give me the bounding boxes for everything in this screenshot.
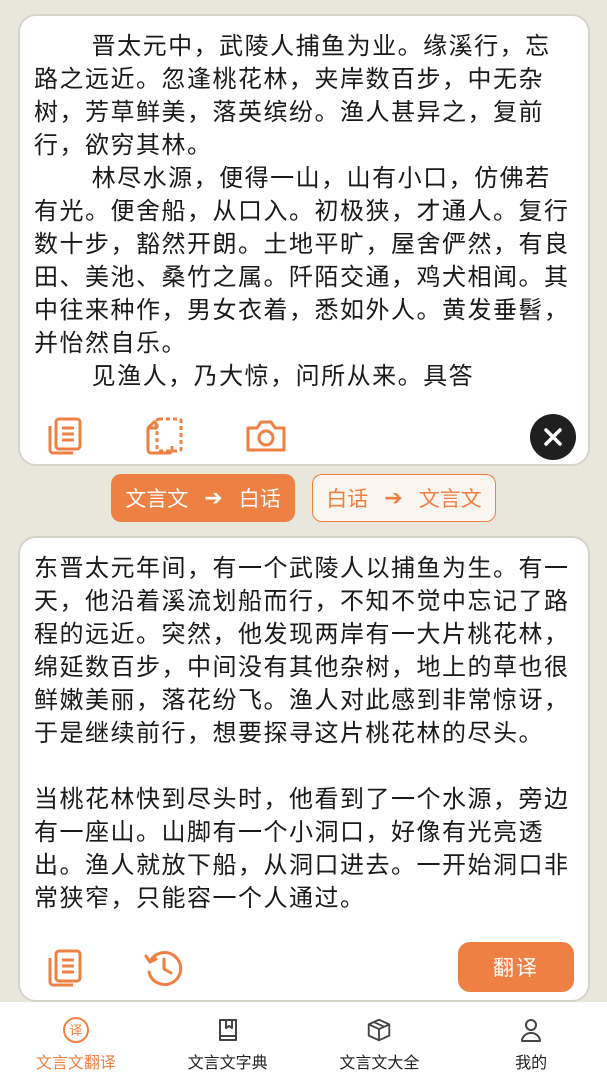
result-paragraph: 当桃花林快到尽头时，他看到了一个水源，旁边有一座山。山脚有一个小洞口，好像有光亮… [34,785,570,912]
source-paragraph: 林尽水源，便得一山，山有小口，仿佛若有光。便舍船，从口入。初极狭，才通人。复行数… [34,164,570,357]
source-paragraph: 见渔人，乃大惊，问所从来。具答 [91,362,475,390]
modern-to-classic-button[interactable]: 白话 ➔ 文言文 [312,474,496,522]
history-icon [144,951,183,986]
arrow-right-icon: ➔ [204,485,223,511]
result-paragraph: 东晋太元年间，有一个武陵人以捕鱼为生。有一天，他沿着溪流划船而行，不知不觉中忘记… [34,554,570,747]
book-icon [214,1016,242,1044]
tab-label: 文言文字典 [187,1053,268,1072]
tab-translate[interactable]: 译 文言文翻译 [0,1002,152,1080]
tab-label: 文言文翻译 [35,1053,116,1072]
source-text-input[interactable]: 晋太元中，武陵人捕鱼为业。缘溪行，忘路之远近。忽逢桃花林，夹岸数百步，中无杂树，… [34,30,574,408]
svg-text:译: 译 [69,1024,82,1039]
translate-button[interactable]: 翻译 [458,942,574,992]
cube-icon [365,1016,393,1044]
copy-result-button[interactable] [38,942,90,994]
bottom-tab-bar: 译 文言文翻译 文言文字典 文言文大全 我的 [0,1002,607,1080]
copy-icon [48,417,82,455]
arrow-right-icon: ➔ [384,485,403,511]
direction-to-label: 文言文 [418,487,482,511]
translate-icon: 译 [62,1016,90,1044]
camera-button[interactable] [240,410,292,462]
history-button[interactable] [138,942,190,994]
tab-label: 我的 [515,1053,548,1072]
direction-from-label: 白话 [326,487,369,511]
close-icon [544,428,562,446]
copy-icon [48,949,82,987]
tab-profile[interactable]: 我的 [455,1002,607,1080]
paste-icon [146,417,183,455]
tab-label: 文言文大全 [339,1053,420,1072]
tab-collection[interactable]: 文言文大全 [304,1002,456,1080]
paste-button[interactable] [138,410,190,462]
copy-button[interactable] [38,410,90,462]
translation-result-card: 东晋太元年间，有一个武陵人以捕鱼为生。有一天，他沿着溪流划船而行，不知不觉中忘记… [18,536,590,1002]
clear-text-button[interactable] [530,414,576,460]
translation-result-text: 东晋太元年间，有一个武陵人以捕鱼为生。有一天，他沿着溪流划船而行，不知不觉中忘记… [34,552,574,936]
tab-dictionary[interactable]: 文言文字典 [152,1002,304,1080]
user-icon [517,1016,545,1044]
camera-icon [246,420,286,452]
classic-to-modern-button[interactable]: 文言文 ➔ 白话 [111,474,295,522]
direction-to-label: 白话 [238,487,281,511]
source-text-card: 晋太元中，武陵人捕鱼为业。缘溪行，忘路之远近。忽逢桃花林，夹岸数百步，中无杂树，… [18,14,590,466]
direction-from-label: 文言文 [125,487,189,511]
source-paragraph: 晋太元中，武陵人捕鱼为业。缘溪行，忘路之远近。忽逢桃花林，夹岸数百步，中无杂树，… [34,32,551,159]
